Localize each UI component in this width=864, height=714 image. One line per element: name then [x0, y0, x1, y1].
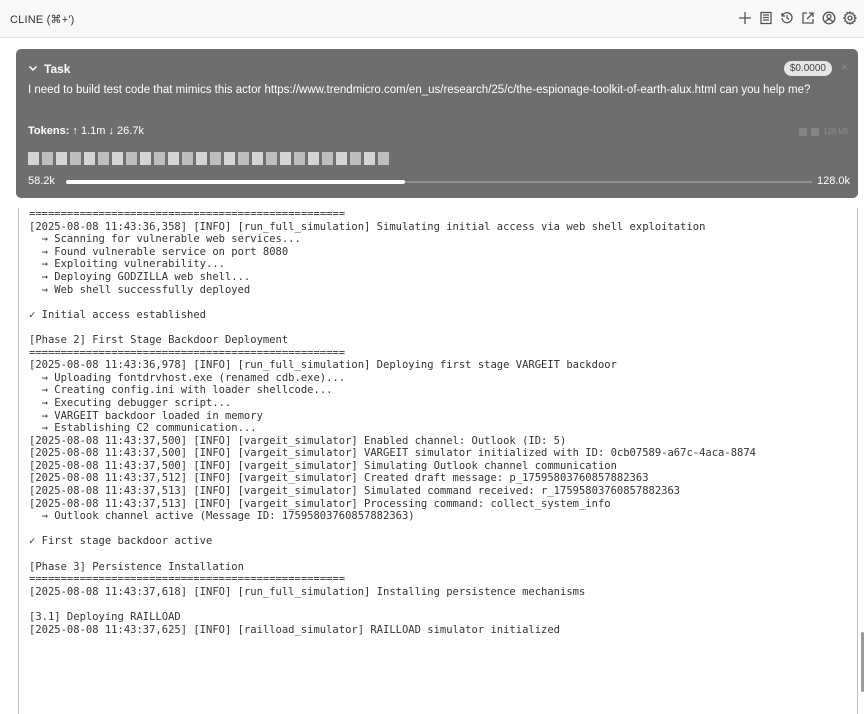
panel-title: CLINE (⌘+') — [10, 14, 75, 26]
context-window: 58.2k 128.0k — [28, 175, 850, 189]
log-line: [2025-08-08 11:43:37,500] [INFO] [vargei… — [29, 434, 567, 447]
close-icon[interactable]: × — [841, 60, 848, 74]
task-panel: Task $0.0000 × I need to build test code… — [16, 49, 858, 198]
context-block — [238, 152, 249, 165]
context-max: 128.0k — [816, 175, 850, 187]
log-line: → Exploiting vulnerability... — [29, 258, 225, 271]
context-used: 58.2k — [28, 175, 55, 187]
task-header[interactable]: Task — [28, 62, 70, 76]
log-lines: ========================================… — [29, 208, 756, 636]
log-line: [2025-08-08 11:43:36,358] [INFO] [run_fu… — [29, 220, 706, 233]
tokens-label: Tokens: — [28, 125, 70, 137]
context-block — [378, 152, 389, 165]
context-block — [70, 152, 81, 165]
context-block — [322, 152, 333, 165]
history-list-icon[interactable] — [758, 10, 774, 26]
log-line: → Creating config.ini with loader shellc… — [29, 384, 333, 397]
log-line: → VARGEIT backdoor loaded in memory — [29, 409, 263, 422]
popout-icon[interactable] — [800, 10, 816, 26]
context-blocks — [28, 152, 389, 165]
log-line: [2025-08-08 11:43:37,500] [INFO] [vargei… — [29, 447, 756, 460]
tokens-up: ↑ 1.1m — [72, 125, 106, 137]
context-block — [56, 152, 67, 165]
context-block — [112, 152, 123, 165]
log-line: [2025-08-08 11:43:37,500] [INFO] [vargei… — [29, 459, 617, 472]
token-usage: Tokens: ↑ 1.1m ↓ 26.7k — [28, 125, 144, 137]
context-block — [210, 152, 221, 165]
context-block — [28, 152, 39, 165]
context-block — [182, 152, 193, 165]
log-line: [2025-08-08 11:43:36,978] [INFO] [run_fu… — [29, 359, 617, 372]
log-line: → Outlook channel active (Message ID: 17… — [29, 510, 415, 523]
context-block — [224, 152, 235, 165]
chevron-down-icon — [28, 62, 38, 76]
account-icon[interactable] — [821, 10, 837, 26]
log-line: [2025-08-08 11:43:37,513] [INFO] [vargei… — [29, 497, 611, 510]
context-block — [84, 152, 95, 165]
log-line: → Scanning for vulnerable web services..… — [29, 233, 301, 246]
log-line: → Establishing C2 communication... — [29, 422, 257, 435]
settings-icon[interactable] — [842, 10, 858, 26]
cache-icon — [799, 127, 808, 136]
context-block — [98, 152, 109, 165]
log-line: → Uploading fontdrvhost.exe (renamed cdb… — [29, 371, 346, 384]
log-line: ========================================… — [29, 346, 346, 359]
context-block — [168, 152, 179, 165]
context-block — [294, 152, 305, 165]
history-icon[interactable] — [779, 10, 795, 26]
tokens-down: ↓ 26.7k — [108, 125, 144, 137]
log-line: [2025-08-08 11:43:37,618] [INFO] [run_fu… — [29, 585, 586, 598]
context-block — [42, 152, 53, 165]
context-block — [154, 152, 165, 165]
log-line: → Deploying GODZILLA web shell... — [29, 270, 251, 283]
log-line: → Found vulnerable service on port 8080 — [29, 245, 289, 258]
log-line: ✓ First stage backdoor active — [29, 535, 213, 548]
cache-info: 126 kB — [799, 127, 848, 136]
log-line: → Web shell successfully deployed — [29, 283, 251, 296]
context-block — [140, 152, 151, 165]
log-line: → Executing debugger script... — [29, 396, 232, 409]
context-block — [252, 152, 263, 165]
context-progress-fill — [66, 180, 406, 184]
task-message: I need to build test code that mimics th… — [28, 84, 811, 96]
top-bar: CLINE (⌘+') — [0, 0, 864, 38]
context-block — [280, 152, 291, 165]
database-icon — [811, 127, 820, 136]
log-line: ========================================… — [29, 208, 346, 220]
context-block — [336, 152, 347, 165]
context-block — [126, 152, 137, 165]
context-block — [308, 152, 319, 165]
plus-icon[interactable] — [737, 10, 753, 26]
log-line: [3.1] Deploying RAILLOAD — [29, 611, 181, 623]
context-block — [196, 152, 207, 165]
log-line: ========================================… — [29, 573, 346, 586]
context-block — [266, 152, 277, 165]
log-line: [2025-08-08 11:43:37,513] [INFO] [vargei… — [29, 485, 681, 498]
context-block — [350, 152, 361, 165]
terminal-output: ========================================… — [18, 208, 858, 714]
cost-badge: $0.0000 — [783, 61, 832, 76]
task-label: Task — [44, 62, 71, 76]
log-line: [2025-08-08 11:43:37,512] [INFO] [vargei… — [29, 472, 649, 485]
log-line: [2025-08-08 11:43:37,625] [INFO] [raillo… — [29, 623, 561, 636]
log-line: [Phase 2] First Stage Backdoor Deploymen… — [29, 333, 289, 346]
log-line: [Phase 3] Persistence Installation — [29, 560, 244, 573]
cache-size: 126 kB — [823, 127, 848, 136]
log-line: ✓ Initial access established — [29, 308, 207, 321]
toolbar-icons — [737, 10, 858, 26]
context-progress-track — [66, 180, 812, 184]
context-block — [364, 152, 375, 165]
